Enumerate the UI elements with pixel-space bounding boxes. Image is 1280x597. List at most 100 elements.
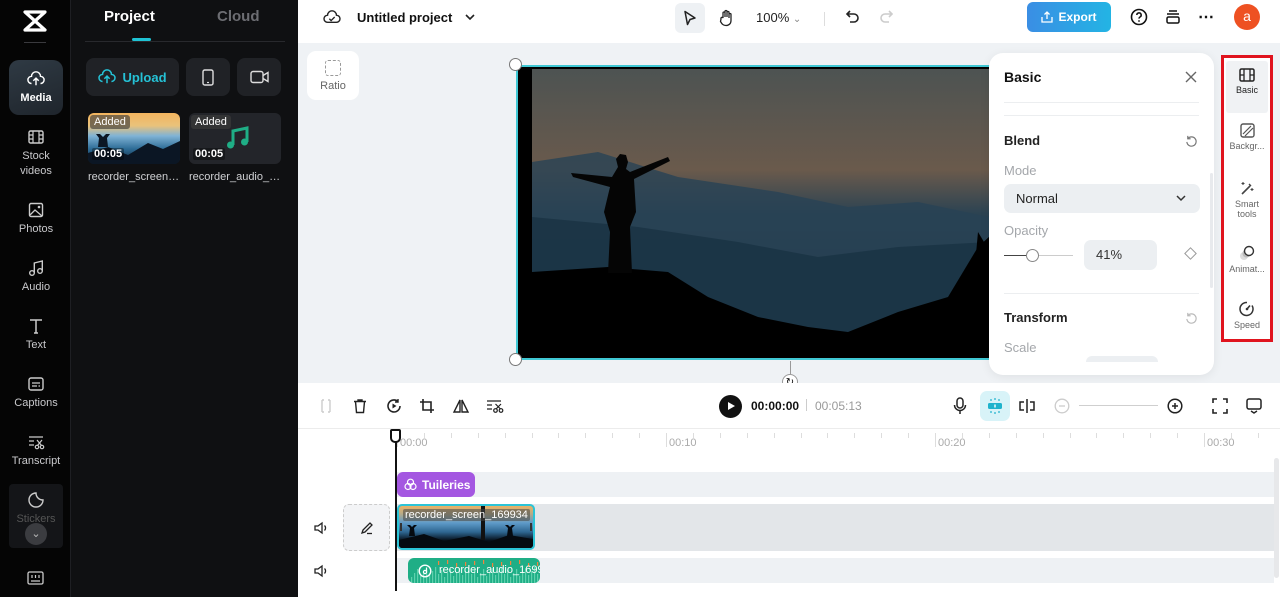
ratio-button[interactable]: Ratio xyxy=(307,51,359,100)
more-options-icon[interactable]: ⋯ xyxy=(1196,7,1216,27)
project-name[interactable]: Untitled project xyxy=(357,10,452,25)
resize-handle-top-left[interactable] xyxy=(509,58,522,71)
cloud-upload-icon xyxy=(27,71,45,86)
media-item-video[interactable]: Added 00:05 xyxy=(88,113,180,164)
tab-smart-tools[interactable]: Smart tools xyxy=(1226,180,1268,219)
delete-button[interactable] xyxy=(350,396,370,416)
split-button[interactable] xyxy=(316,396,336,416)
music-note-icon xyxy=(29,260,43,276)
cloud-saved-icon[interactable] xyxy=(323,9,341,25)
feedback-button[interactable] xyxy=(1244,396,1264,416)
export-button[interactable]: Export xyxy=(1027,2,1111,32)
edit-cover-button[interactable] xyxy=(343,504,390,551)
record-button[interactable] xyxy=(237,58,281,96)
media-item-name: recorder_screen_169934 xyxy=(88,171,180,183)
rail-item-label: Transcript xyxy=(11,455,61,467)
video-clip[interactable]: recorder_screen_169934 xyxy=(397,504,535,550)
rtab-label: Smart tools xyxy=(1234,199,1259,219)
tab-speed[interactable]: Speed xyxy=(1226,301,1268,330)
zoom-in-button[interactable] xyxy=(1165,396,1185,416)
zoom-level-dropdown[interactable]: 100% ⌄ xyxy=(756,10,801,25)
crop-button[interactable] xyxy=(417,396,437,416)
keyboard-icon[interactable] xyxy=(27,571,44,585)
volume-icon[interactable] xyxy=(313,520,329,536)
play-button[interactable] xyxy=(719,395,742,418)
rail-item-label: Stock videos xyxy=(20,150,52,177)
hand-tool-button[interactable] xyxy=(715,6,739,30)
record-voice-button[interactable] xyxy=(950,396,970,416)
user-avatar[interactable]: a xyxy=(1234,4,1260,30)
playhead[interactable] xyxy=(395,431,397,591)
chevron-down-icon[interactable]: ⌄ xyxy=(25,523,47,545)
volume-icon[interactable] xyxy=(313,563,329,579)
audio-clip-label: recorder_audio_169934 xyxy=(439,564,540,576)
ruler-minor-tick xyxy=(881,433,883,438)
media-item-audio[interactable]: Added 00:05 xyxy=(189,113,281,164)
tab-cloud[interactable]: Cloud xyxy=(217,8,260,25)
video-preview[interactable] xyxy=(516,65,991,360)
redo-button[interactable] xyxy=(876,7,896,27)
waveform-bar xyxy=(528,575,530,583)
waveform-bar xyxy=(510,577,512,583)
flip-button[interactable] xyxy=(451,396,471,416)
replace-button[interactable] xyxy=(384,396,404,416)
zoom-out-button[interactable] xyxy=(1052,396,1072,416)
chevron-down-icon[interactable] xyxy=(465,13,475,21)
close-icon[interactable] xyxy=(1184,70,1198,84)
opacity-slider[interactable] xyxy=(1004,249,1073,262)
waveform-bar xyxy=(411,577,413,583)
ruler-minor-tick xyxy=(639,433,641,438)
blend-mode-select[interactable]: Normal xyxy=(1004,184,1200,213)
rail-item-photos[interactable]: Photos xyxy=(9,201,63,237)
transcript-edit-button[interactable] xyxy=(485,396,505,416)
tab-background[interactable]: Backgr... xyxy=(1226,123,1268,151)
opacity-input[interactable]: 41% xyxy=(1084,240,1157,270)
rail-item-captions[interactable]: Captions xyxy=(9,375,63,411)
film-icon xyxy=(28,130,44,144)
media-tabs: Project Cloud xyxy=(85,0,285,42)
fullscreen-button[interactable] xyxy=(1210,396,1230,416)
ruler-minor-tick xyxy=(1042,433,1044,438)
layers-button[interactable] xyxy=(1163,7,1183,27)
effect-clip-tuileries[interactable]: Tuileries xyxy=(397,472,475,497)
properties-scrollbar[interactable] xyxy=(1210,173,1213,288)
tab-project[interactable]: Project xyxy=(104,8,155,25)
phone-upload-button[interactable] xyxy=(186,58,230,96)
upload-button[interactable]: Upload xyxy=(86,58,179,96)
scale-input[interactable] xyxy=(1086,356,1158,362)
ruler-minor-tick xyxy=(719,433,721,438)
reset-icon[interactable] xyxy=(1185,312,1198,325)
keyframe-icon[interactable] xyxy=(1184,247,1197,260)
split-icon xyxy=(321,399,331,413)
help-button[interactable] xyxy=(1129,7,1149,27)
rail-item-label: Media xyxy=(20,92,52,104)
resize-handle-bottom-left[interactable] xyxy=(509,353,522,366)
rail-item-media[interactable]: Media xyxy=(9,60,63,115)
magnet-snap-toggle[interactable] xyxy=(980,391,1010,421)
playhead-handle[interactable] xyxy=(390,429,401,443)
tab-basic[interactable]: Basic xyxy=(1226,61,1268,113)
rail-item-stickers[interactable]: Stickers xyxy=(9,491,63,527)
rail-item-stock-videos[interactable]: Stock videos xyxy=(9,128,63,179)
rail-item-transcript[interactable]: Transcript xyxy=(9,433,63,469)
image-icon xyxy=(28,202,44,218)
split-screen-icon xyxy=(1019,399,1035,413)
cloud-upload-icon xyxy=(98,69,117,84)
reset-icon[interactable] xyxy=(1185,135,1198,148)
ruler-label: 00:20 xyxy=(938,437,966,449)
audio-clip[interactable]: recorder_audio_169934 xyxy=(408,558,540,583)
tab-animation[interactable]: Animat... xyxy=(1226,245,1268,274)
effect-track xyxy=(396,472,1274,497)
select-tool-button[interactable] xyxy=(675,3,705,33)
export-icon xyxy=(1041,11,1054,23)
timeline-zoom-slider[interactable] xyxy=(1079,405,1158,406)
crop-icon xyxy=(420,399,434,413)
rail-item-text[interactable]: Text xyxy=(9,317,63,353)
split-view-button[interactable] xyxy=(1017,396,1037,416)
undo-button[interactable] xyxy=(843,7,863,27)
opacity-slider-knob[interactable] xyxy=(1026,249,1040,262)
rtab-label: Backgr... xyxy=(1229,141,1265,151)
rail-item-audio[interactable]: Audio xyxy=(9,259,63,295)
timeline-scrollbar[interactable] xyxy=(1274,458,1279,578)
rtab-label: Animat... xyxy=(1229,264,1265,274)
